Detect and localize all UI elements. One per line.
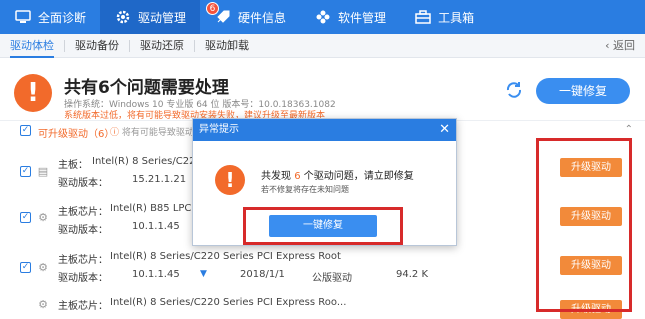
tab-driver-restore[interactable]: 驱动还原 <box>130 34 194 58</box>
back-link[interactable]: ‹ 返回 <box>605 34 635 58</box>
device-label: 主板： <box>58 160 88 171</box>
nav-item-toolbox[interactable]: 工具箱 <box>400 0 488 34</box>
device-name: Intel(R) 8 Series/C220 <box>92 156 202 167</box>
tab-driver-backup[interactable]: 驱动备份 <box>65 34 129 58</box>
device-name: Intel(R) B85 LPC <box>110 203 192 214</box>
nav-item-software-management[interactable]: 软件管理 <box>300 0 400 34</box>
nav-item-hardware-info[interactable]: 硬件信息 <box>200 0 300 34</box>
device-name: Intel(R) 8 Series/C220 Series PCI Expres… <box>110 297 347 308</box>
device-label: 主板芯片： <box>58 255 108 266</box>
driver-type: 公版驱动 <box>312 273 352 284</box>
monitor-icon <box>14 8 32 26</box>
dialog-subtext: 若不修复将存在未知问题 <box>261 185 349 194</box>
nav-label: 工具箱 <box>438 10 475 25</box>
version-label: 驱动版本： <box>58 178 108 189</box>
refresh-icon[interactable] <box>504 80 524 100</box>
row-checkbox[interactable]: ✓ <box>20 262 31 273</box>
one-click-fix-button[interactable]: 一键修复 <box>536 78 630 104</box>
warning-icon: ! <box>215 165 245 195</box>
nav-item-diagnosis[interactable]: 全面诊断 <box>0 0 100 34</box>
nav-item-driver-management[interactable]: 驱动管理 6 <box>100 0 220 34</box>
highlight-box <box>536 138 632 312</box>
chevron-up-icon[interactable]: ⌃ <box>625 124 633 135</box>
dialog-title: 异常提示 <box>193 119 456 141</box>
chevron-left-icon: ‹ <box>605 39 613 52</box>
chip-icon: ⚙ <box>38 298 48 311</box>
driver-date: 2018/1/1 <box>240 269 285 280</box>
page-title: 共有6个问题需要处理 <box>64 78 229 98</box>
device-label: 主板芯片： <box>58 301 108 312</box>
version-value: 10.1.1.45 <box>132 221 180 232</box>
msg-prefix: 共发现 <box>261 171 291 182</box>
nav-label: 软件管理 <box>338 10 387 25</box>
tab-driver-check[interactable]: 驱动体检 <box>0 34 64 58</box>
nav-label: 硬件信息 <box>238 10 287 25</box>
row-checkbox[interactable]: ✓ <box>20 212 31 223</box>
version-label: 驱动版本： <box>58 225 108 236</box>
sub-nav: 驱动体检 驱动备份 驱动还原 驱动卸载 ‹ 返回 <box>0 34 645 58</box>
highlight-box <box>243 207 403 245</box>
row-checkbox[interactable]: ✓ <box>20 166 31 177</box>
toolbox-icon <box>414 8 432 26</box>
msg-suffix: 个驱动问题，请立即修复 <box>303 171 414 182</box>
dialog-message: 共发现 6 个驱动问题，请立即修复 <box>261 167 414 182</box>
apps-icon <box>314 8 332 26</box>
version-value: 10.1.1.45 <box>132 269 180 280</box>
issue-count: 6 <box>294 171 301 182</box>
tab-driver-uninstall[interactable]: 驱动卸载 <box>195 34 259 58</box>
back-label: 返回 <box>613 39 635 52</box>
version-label: 驱动版本： <box>58 273 108 284</box>
rocket-icon <box>214 8 232 26</box>
driver-size: 94.2 K <box>396 269 429 280</box>
motherboard-icon: ▤ <box>37 165 49 178</box>
group-label: 可升级驱动（6） <box>38 129 115 140</box>
exception-dialog: 异常提示 ✕ ! 共发现 6 个驱动问题，请立即修复 若不修复将存在未知问题 一… <box>192 118 457 246</box>
chip-icon: ⚙ <box>38 261 48 274</box>
device-label: 主板芯片： <box>58 207 108 218</box>
gear-icon <box>114 8 132 26</box>
chip-icon: ⚙ <box>38 211 48 224</box>
info-icon: ⓘ <box>110 128 122 138</box>
nav-label: 驱动管理 <box>138 10 187 25</box>
nav-label: 全面诊断 <box>38 10 87 25</box>
dropdown-triangle-icon[interactable]: ▼ <box>200 269 207 279</box>
version-value: 15.21.1.21 <box>132 174 187 185</box>
close-icon[interactable]: ✕ <box>439 119 450 141</box>
warning-icon: ! <box>14 74 52 112</box>
top-nav: 全面诊断 驱动管理 6 硬件信息 软件管理 工具箱 <box>0 0 645 34</box>
device-name: Intel(R) 8 Series/C220 Series PCI Expres… <box>110 251 341 262</box>
group-checkbox[interactable]: ✓ <box>20 125 31 136</box>
